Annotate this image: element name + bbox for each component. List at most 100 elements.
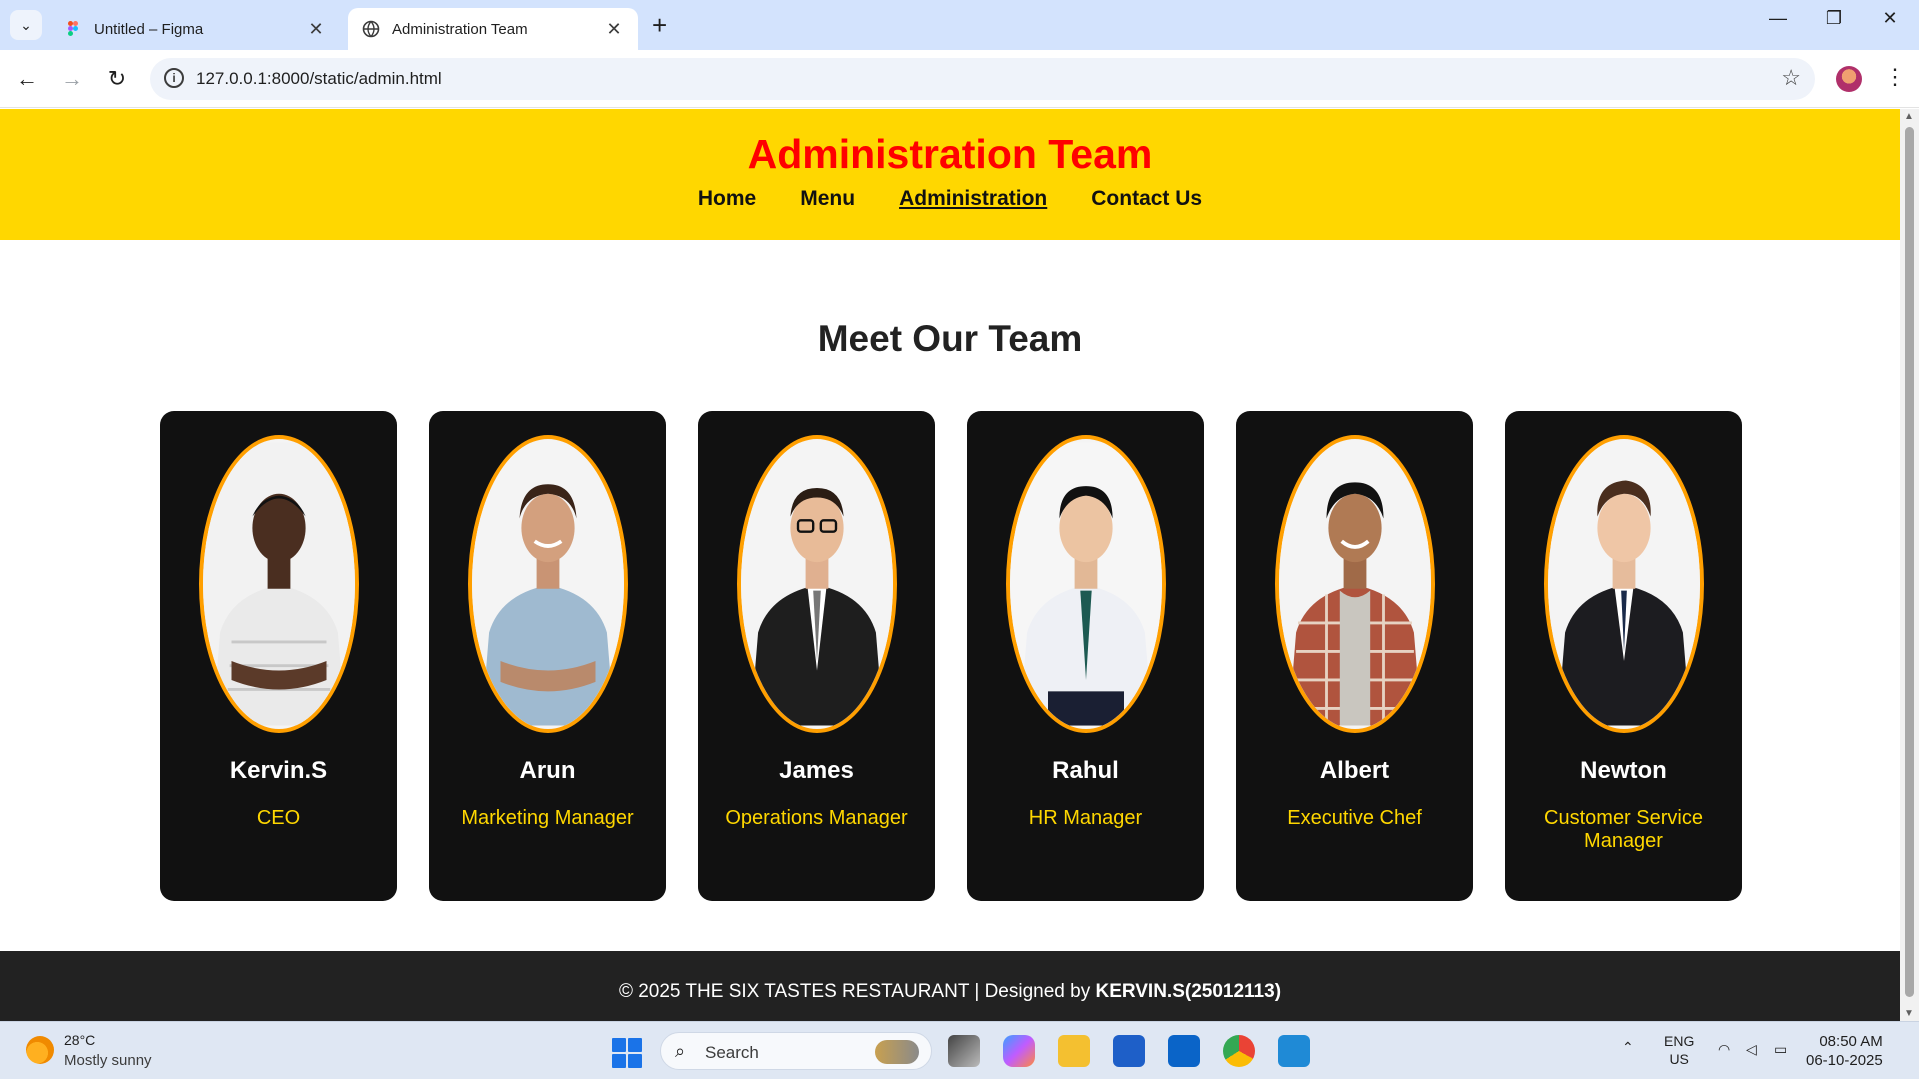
team-card: Arun Marketing Manager bbox=[429, 411, 666, 901]
search-highlight-icon bbox=[875, 1040, 919, 1064]
tab-title: Untitled – Figma bbox=[94, 20, 204, 38]
taskbar-clock[interactable]: 08:50 AM 06-10-2025 bbox=[1806, 1032, 1883, 1070]
taskbar: 28°C Mostly sunny ⌕ Search ⌃ ENG US ◠ ◁ … bbox=[0, 1021, 1919, 1079]
nav-link-home[interactable]: Home bbox=[698, 187, 756, 211]
nav-link-contact[interactable]: Contact Us bbox=[1091, 187, 1202, 211]
restore-icon: ❐ bbox=[1825, 8, 1843, 28]
page-title: Administration Team bbox=[747, 131, 1153, 177]
minimize-button[interactable]: — bbox=[1758, 8, 1798, 29]
close-icon: ✕ bbox=[1882, 8, 1898, 28]
member-photo-image bbox=[740, 442, 893, 726]
team-card: Newton Customer Service Manager bbox=[1505, 411, 1742, 901]
tab-administration[interactable]: Administration Team ✕ bbox=[348, 8, 638, 50]
member-photo-image bbox=[1547, 442, 1700, 726]
close-icon[interactable]: ✕ bbox=[306, 19, 326, 40]
nav-link-administration[interactable]: Administration bbox=[899, 187, 1047, 211]
site-info-icon[interactable]: i bbox=[164, 68, 184, 88]
team-grid: Kervin.S CEO Arun Marketing Manager Jame… bbox=[160, 411, 1742, 901]
member-photo-image bbox=[1278, 442, 1431, 726]
copilot-icon[interactable] bbox=[1003, 1035, 1035, 1067]
tab-figma[interactable]: Untitled – Figma ✕ bbox=[50, 8, 340, 50]
member-photo bbox=[1274, 435, 1435, 733]
plus-icon: + bbox=[652, 10, 668, 40]
site-nav: Home Menu Administration Contact Us bbox=[0, 187, 1900, 211]
close-icon[interactable]: ✕ bbox=[604, 19, 624, 40]
globe-icon bbox=[362, 20, 380, 38]
arrow-right-icon: → bbox=[61, 66, 83, 91]
tab-search-button[interactable]: ⌄ bbox=[10, 10, 42, 40]
profile-avatar[interactable] bbox=[1836, 66, 1862, 92]
vscode-icon[interactable] bbox=[1278, 1035, 1310, 1067]
member-role: CEO bbox=[256, 807, 301, 829]
member-photo bbox=[736, 435, 897, 733]
member-role: Customer Service Manager bbox=[1544, 807, 1703, 852]
close-window-button[interactable]: ✕ bbox=[1870, 8, 1910, 29]
weather-sun-icon bbox=[26, 1036, 54, 1064]
footer-text: © 2025 THE SIX TASTES RESTAURANT | Desig… bbox=[618, 981, 1096, 1002]
member-photo-image bbox=[471, 442, 624, 726]
member-photo bbox=[1005, 435, 1166, 733]
show-hidden-icons[interactable]: ⌃ bbox=[1622, 1038, 1634, 1056]
chevron-down-icon: ⌄ bbox=[20, 16, 32, 33]
chrome-icon[interactable] bbox=[1223, 1035, 1255, 1067]
browser-toolbar: ← → ↻ i 127.0.0.1:8000/static/admin.html… bbox=[0, 50, 1919, 108]
member-role: Marketing Manager bbox=[461, 807, 634, 829]
task-view-icon[interactable] bbox=[948, 1035, 980, 1067]
clock-date: 06-10-2025 bbox=[1806, 1052, 1883, 1069]
restore-button[interactable]: ❐ bbox=[1814, 8, 1854, 29]
weather-description: Mostly sunny bbox=[64, 1052, 152, 1069]
weather-temperature: 28°C bbox=[64, 1032, 96, 1048]
site-header: Administration Team Home Menu Administra… bbox=[0, 109, 1900, 240]
scroll-up-icon[interactable]: ▲ bbox=[1904, 111, 1914, 122]
page-scrollbar[interactable]: ▲ ▼ bbox=[1900, 109, 1919, 1021]
scrollbar-thumb[interactable] bbox=[1905, 127, 1914, 997]
battery-icon[interactable]: ▭ bbox=[1774, 1040, 1787, 1058]
member-photo-image bbox=[1009, 442, 1162, 726]
new-tab-button[interactable]: + bbox=[652, 11, 667, 39]
footer-designer: KERVIN.S(25012113) bbox=[1095, 981, 1282, 1002]
member-name: James bbox=[779, 757, 854, 784]
language-line1: ENG bbox=[1664, 1033, 1695, 1049]
member-role: Executive Chef bbox=[1287, 807, 1422, 829]
member-role: HR Manager bbox=[1028, 807, 1143, 829]
forward-button[interactable]: → bbox=[57, 64, 87, 94]
windows-start-icon[interactable] bbox=[612, 1038, 642, 1068]
taskbar-search[interactable]: ⌕ Search bbox=[660, 1032, 932, 1070]
microsoft-store-icon[interactable] bbox=[1113, 1035, 1145, 1067]
address-bar[interactable]: i 127.0.0.1:8000/static/admin.html ☆ bbox=[150, 58, 1815, 100]
taskbar-search-label: Search bbox=[705, 1043, 759, 1062]
reload-button[interactable]: ↻ bbox=[102, 64, 132, 94]
member-name: Newton bbox=[1580, 757, 1667, 784]
member-name: Kervin.S bbox=[229, 757, 328, 784]
arrow-left-icon: ← bbox=[16, 66, 38, 91]
wifi-icon[interactable]: ◠ bbox=[1718, 1040, 1730, 1058]
browser-tab-bar: ⌄ Untitled – Figma ✕ Administration Team… bbox=[0, 0, 1919, 50]
member-photo bbox=[467, 435, 628, 733]
file-explorer-icon[interactable] bbox=[1058, 1035, 1090, 1067]
nav-link-menu[interactable]: Menu bbox=[800, 187, 855, 211]
member-name: Arun bbox=[519, 757, 576, 784]
tab-title: Administration Team bbox=[392, 20, 528, 38]
chevron-up-icon: ⌃ bbox=[1622, 1039, 1634, 1055]
team-card: Kervin.S CEO bbox=[160, 411, 397, 901]
figma-icon bbox=[68, 21, 78, 36]
bookmark-star-icon[interactable]: ☆ bbox=[1781, 65, 1801, 91]
member-photo bbox=[198, 435, 359, 733]
clock-time: 08:50 AM bbox=[1819, 1033, 1883, 1050]
member-name: Rahul bbox=[1052, 757, 1119, 784]
volume-icon[interactable]: ◁ bbox=[1746, 1040, 1757, 1058]
team-card: Albert Executive Chef bbox=[1236, 411, 1473, 901]
outlook-icon[interactable] bbox=[1168, 1035, 1200, 1067]
scroll-down-icon[interactable]: ▼ bbox=[1904, 1008, 1914, 1019]
minimize-icon: — bbox=[1769, 8, 1787, 28]
team-card: James Operations Manager bbox=[698, 411, 935, 901]
url-text[interactable]: 127.0.0.1:8000/static/admin.html bbox=[196, 69, 442, 89]
language-indicator[interactable]: ENG US bbox=[1664, 1032, 1694, 1068]
member-name: Albert bbox=[1319, 757, 1390, 784]
back-button[interactable]: ← bbox=[12, 64, 42, 94]
member-photo bbox=[1543, 435, 1704, 733]
browser-menu-icon[interactable]: ⋮ bbox=[1884, 64, 1906, 90]
reload-icon: ↻ bbox=[107, 66, 127, 91]
section-title: Meet Our Team bbox=[817, 318, 1083, 359]
page-viewport: Administration Team Home Menu Administra… bbox=[0, 109, 1900, 1021]
